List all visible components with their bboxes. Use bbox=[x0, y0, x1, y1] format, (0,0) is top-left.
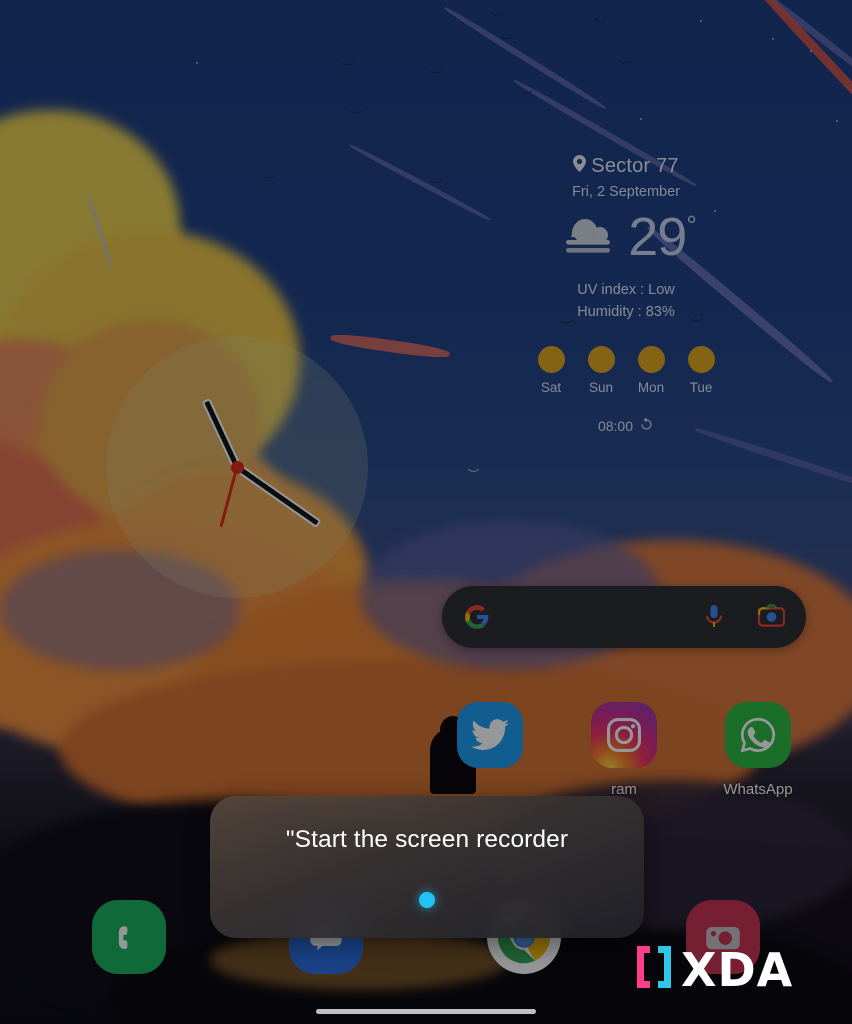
gesture-navigation-bar[interactable] bbox=[316, 1009, 536, 1014]
xda-watermark: XDA bbox=[634, 944, 793, 995]
xda-wordmark: XDA bbox=[681, 942, 794, 997]
xda-bracket-logo-icon bbox=[634, 944, 674, 995]
phone-screen: ︶ ︶ ︶ ︶ ︶ ︶ ︶ ︶ ︶ ︶ ︶ ︶ ︶ Sector 77 Fri,… bbox=[0, 0, 852, 1024]
listening-indicator-dot bbox=[419, 892, 435, 908]
voice-command-text: "Start the screen recorder bbox=[285, 826, 569, 853]
voice-assistant-panel[interactable]: "Start the screen recorder bbox=[210, 796, 644, 938]
